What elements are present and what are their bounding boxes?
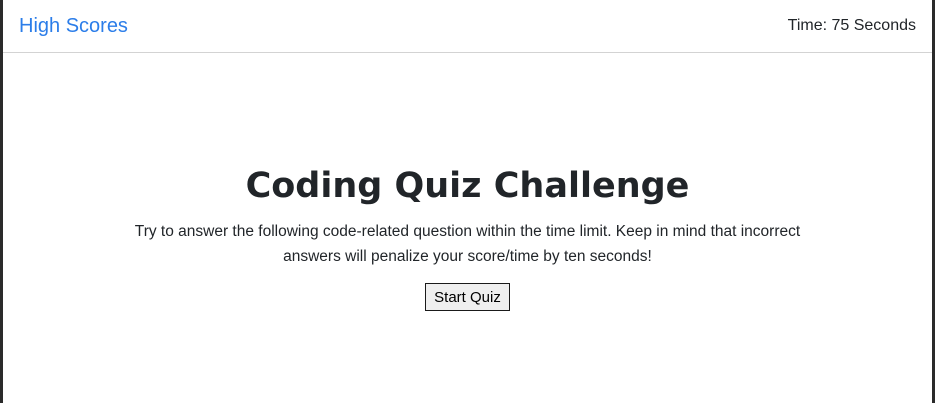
timer-display: Time: 75 Seconds: [787, 17, 916, 34]
quiz-description: Try to answer the following code-related…: [134, 223, 801, 265]
quiz-intro: Coding Quiz Challenge Try to answer the …: [3, 54, 932, 403]
start-quiz-button[interactable]: Start Quiz: [425, 283, 510, 311]
navbar: High Scores Time: 75 Seconds: [3, 0, 932, 53]
high-scores-link[interactable]: High Scores: [19, 14, 128, 38]
page-title: Coding Quiz Challenge: [245, 166, 690, 206]
